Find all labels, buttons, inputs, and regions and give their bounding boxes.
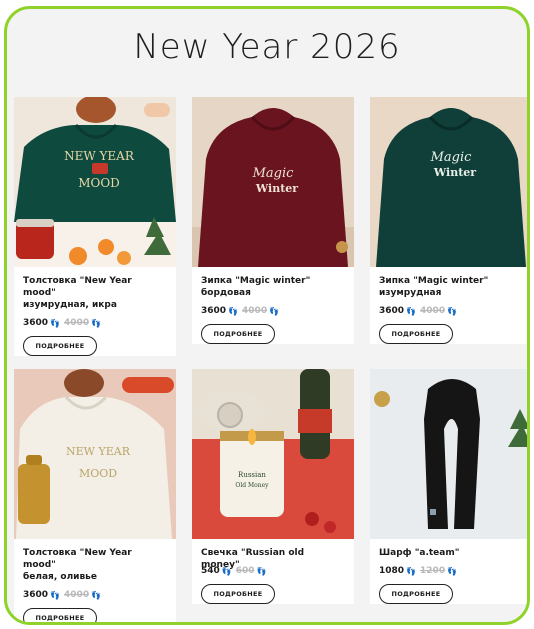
old-price: 4000 bbox=[242, 306, 268, 316]
footprints-icon: 👣 bbox=[406, 566, 416, 576]
price-row: 1080 👣 1200 👣 bbox=[379, 566, 523, 576]
footprints-icon: 👣 bbox=[447, 566, 457, 576]
price-row: 3600 👣 4000 👣 bbox=[23, 590, 167, 600]
price-row: 3600 👣 4000 👣 bbox=[201, 306, 345, 316]
print-line-2: Winter bbox=[255, 182, 298, 195]
details-button[interactable]: ПОДРОБНЕЕ bbox=[379, 324, 453, 344]
print-line-1: NEW YEAR bbox=[66, 445, 131, 458]
product-name: Толстовка "New Year mood" bbox=[23, 276, 132, 298]
current-price: 3600 bbox=[379, 306, 405, 316]
product-image[interactable]: Magic Winter bbox=[370, 97, 527, 267]
product-card[interactable]: NEW YEAR MOOD Толстовка "New Year mood" и… bbox=[14, 97, 176, 356]
footprints-icon: 👣 bbox=[50, 590, 60, 600]
print-line-2: MOOD bbox=[78, 176, 120, 190]
product-name: Зипка "Magic winter" bbox=[379, 276, 489, 286]
product-card[interactable]: Russian Old Money Свечка "Russian old mo… bbox=[192, 369, 354, 604]
promo-frame: New Year 2026 NEW YEAR MOOD Толстовка "N… bbox=[4, 6, 530, 625]
footprints-icon: 👣 bbox=[269, 306, 279, 316]
product-name: Зипка "Magic winter" bbox=[201, 276, 311, 286]
print-line-1: Magic bbox=[430, 150, 473, 165]
product-image[interactable]: Russian Old Money bbox=[192, 369, 354, 539]
footprints-icon: 👣 bbox=[406, 306, 416, 316]
page-title: New Year 2026 bbox=[133, 27, 401, 67]
details-button[interactable]: ПОДРОБНЕЕ bbox=[201, 584, 275, 604]
current-price: 1080 bbox=[379, 566, 405, 576]
current-price: 540 bbox=[201, 566, 220, 576]
product-image[interactable]: Magic Winter bbox=[192, 97, 354, 267]
current-price: 3600 bbox=[23, 318, 49, 328]
product-grid: NEW YEAR MOOD Толстовка "New Year mood" и… bbox=[14, 97, 527, 622]
print-line-1: NEW YEAR bbox=[64, 149, 135, 163]
price-row: 540 👣 600 👣 bbox=[201, 566, 345, 576]
product-image[interactable]: NEW YEAR MOOD bbox=[14, 369, 176, 539]
price-row: 3600 👣 4000 👣 bbox=[379, 306, 523, 316]
current-price: 3600 bbox=[23, 590, 49, 600]
product-card[interactable]: Шарф "a.team" 1080 👣 1200 👣 ПОДРОБНЕЕ bbox=[370, 369, 527, 604]
product-name: Толстовка "New Year mood" bbox=[23, 548, 132, 570]
details-button[interactable]: ПОДРОБНЕЕ bbox=[23, 336, 97, 356]
print-line-2: MOOD bbox=[79, 467, 117, 480]
old-price: 4000 bbox=[64, 590, 90, 600]
old-price: 4000 bbox=[420, 306, 446, 316]
print-line-1: Russian bbox=[238, 471, 266, 479]
old-price: 600 bbox=[235, 566, 255, 576]
product-variant: белая, оливье bbox=[23, 572, 97, 582]
footprints-icon: 👣 bbox=[256, 566, 267, 576]
product-name: Шарф "a.team" bbox=[379, 548, 460, 558]
footprints-icon: 👣 bbox=[91, 318, 101, 328]
current-price: 3600 bbox=[201, 306, 227, 316]
product-card[interactable]: Magic Winter Зипка "Magic winter" изумруд… bbox=[370, 97, 527, 344]
footprints-icon: 👣 bbox=[221, 566, 232, 576]
product-card[interactable]: NEW YEAR MOOD Толстовка "New Year mood" б… bbox=[14, 369, 176, 622]
old-price: 4000 bbox=[64, 318, 90, 328]
print-line-1: Magic bbox=[252, 166, 295, 181]
product-variant: изумрудная bbox=[379, 288, 442, 298]
details-button[interactable]: ПОДРОБНЕЕ bbox=[23, 608, 97, 622]
print-line-2: Old Money bbox=[235, 482, 269, 489]
old-price: 1200 bbox=[420, 566, 446, 576]
footprints-icon: 👣 bbox=[50, 318, 60, 328]
details-button[interactable]: ПОДРОБНЕЕ bbox=[379, 584, 453, 604]
product-card[interactable]: Magic Winter Зипка "Magic winter" бордова… bbox=[192, 97, 354, 344]
footprints-icon: 👣 bbox=[228, 306, 238, 316]
price-row: 3600 👣 4000 👣 bbox=[23, 318, 167, 328]
details-button[interactable]: ПОДРОБНЕЕ bbox=[201, 324, 275, 344]
product-image[interactable]: NEW YEAR MOOD bbox=[14, 97, 176, 267]
footprints-icon: 👣 bbox=[447, 306, 457, 316]
footprints-icon: 👣 bbox=[91, 590, 101, 600]
print-line-2: Winter bbox=[433, 166, 476, 179]
product-image[interactable] bbox=[370, 369, 527, 539]
product-variant: бордовая bbox=[201, 288, 251, 298]
product-variant: изумрудная, икра bbox=[23, 300, 117, 310]
